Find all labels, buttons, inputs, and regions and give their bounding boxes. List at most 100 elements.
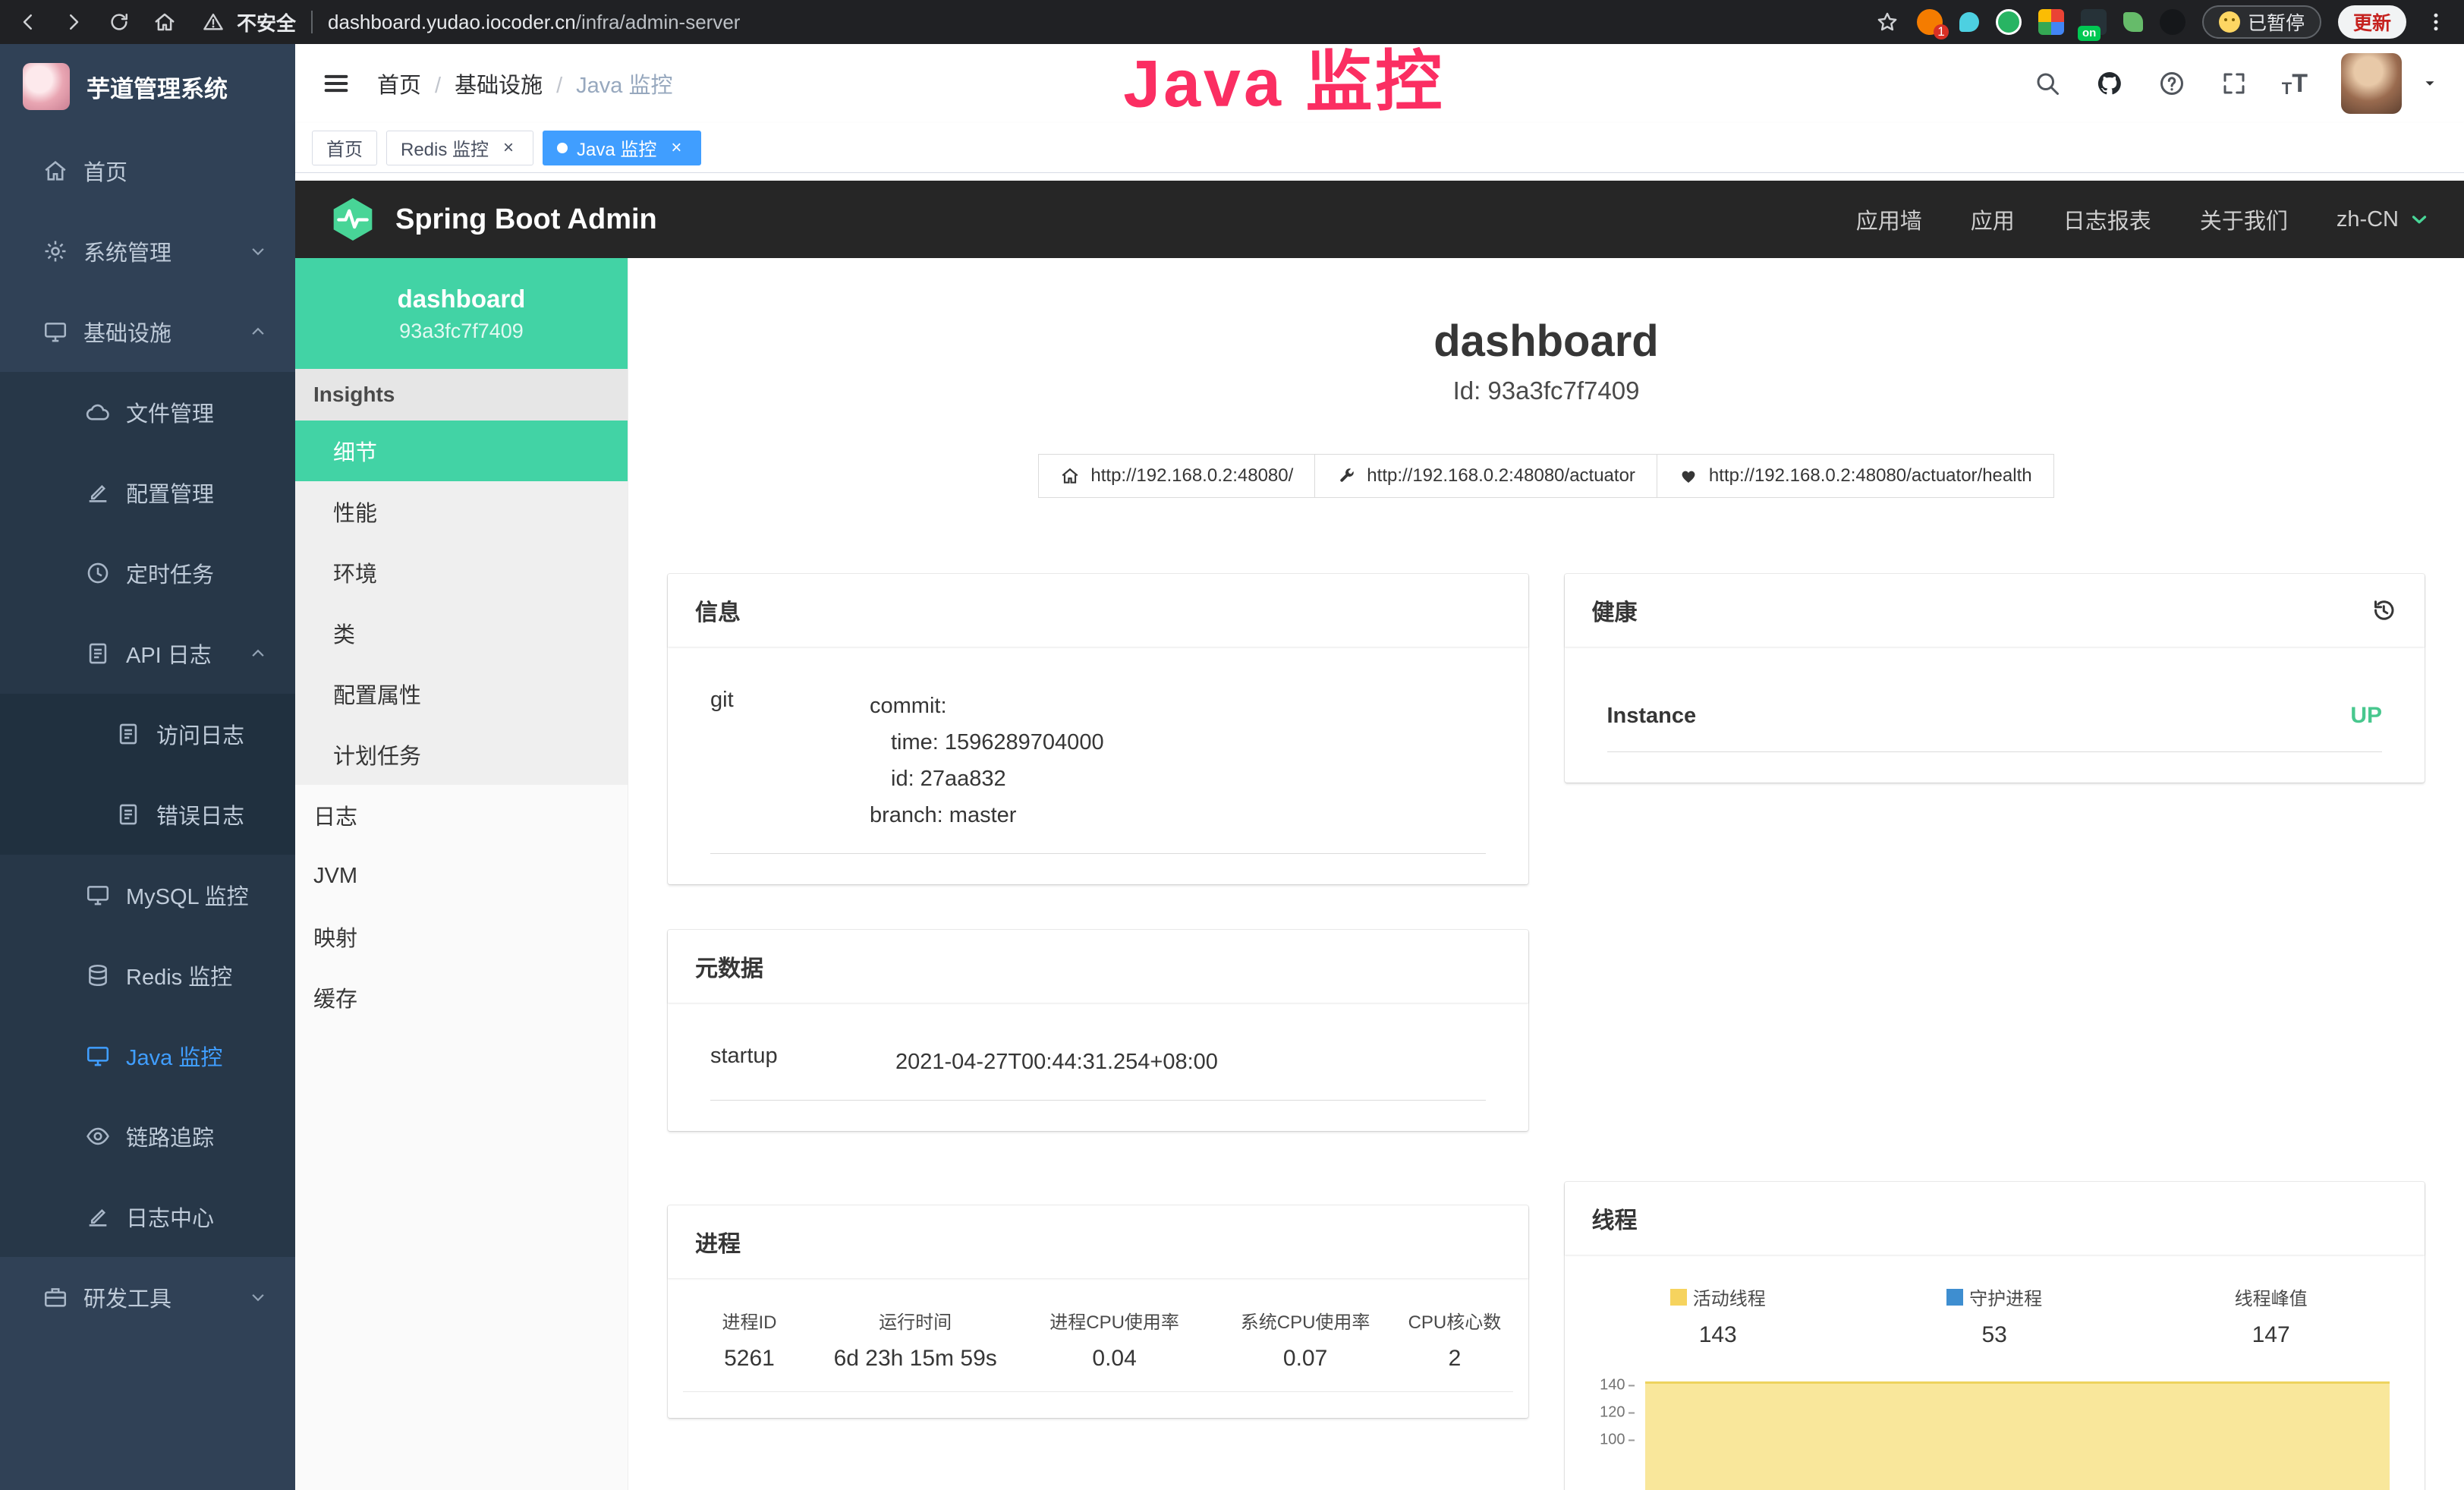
- extension-icon-drop[interactable]: [1959, 12, 1979, 32]
- breadcrumb-home[interactable]: 首页: [377, 68, 455, 99]
- tab-java-monitor[interactable]: Java 监控: [543, 131, 701, 165]
- sba-item-config-props[interactable]: 配置属性: [295, 663, 628, 724]
- legend-value: 143: [1580, 1322, 1856, 1348]
- extension-icon-adblock[interactable]: on: [2081, 9, 2107, 35]
- close-icon[interactable]: [498, 137, 519, 159]
- sba-nav-wallboard[interactable]: 应用墙: [1856, 203, 1922, 235]
- health-instance-row: Instance UP: [1607, 677, 2383, 752]
- extension-icon-grid[interactable]: [2038, 9, 2064, 35]
- sba-item-mappings[interactable]: 映射: [295, 906, 628, 967]
- tab-redis-monitor[interactable]: Redis 监控: [386, 131, 533, 165]
- info-line: time: 1596289704000: [870, 724, 1104, 761]
- paused-badge[interactable]: 已暂停: [2202, 5, 2321, 39]
- actuator-url-link[interactable]: http://192.168.0.2:48080/actuator: [1315, 454, 1657, 498]
- info-key: git: [710, 688, 870, 833]
- monitor-icon: [85, 1043, 111, 1069]
- sidebar-item-java-monitor[interactable]: Java 监控: [0, 1016, 295, 1096]
- home-icon[interactable]: [152, 9, 178, 35]
- sidebar-item-label: MySQL 监控: [126, 879, 249, 911]
- tabbar: 首页 Redis 监控 Java 监控: [295, 123, 2464, 173]
- forward-icon[interactable]: [61, 9, 87, 35]
- bookmark-star-icon[interactable]: [1874, 9, 1900, 35]
- url-text[interactable]: dashboard.yudao.iocoder.cn/infra/admin-s…: [328, 11, 740, 34]
- sba-group-insights[interactable]: Insights: [295, 369, 628, 421]
- info-card-body: git commit: time: 1596289704000 id: 27aa…: [668, 647, 1528, 884]
- instance-header[interactable]: dashboard 93a3fc7f7409: [295, 258, 628, 369]
- sidebar-item-dev-tools[interactable]: 研发工具: [0, 1257, 295, 1337]
- app-logo: [23, 63, 70, 110]
- help-icon[interactable]: [2157, 69, 2186, 98]
- legend-label: 活动线程: [1693, 1284, 1766, 1310]
- refresh-icon[interactable]: [106, 9, 132, 35]
- font-size-icon[interactable]: [2282, 69, 2308, 99]
- sidebar-item-access-logs[interactable]: 访问日志: [0, 694, 295, 774]
- search-icon[interactable]: [2033, 69, 2062, 98]
- extension-icon-green[interactable]: [1996, 9, 2022, 35]
- sidebar-item-label: 配置管理: [126, 477, 214, 509]
- sba-item-details[interactable]: 细节: [295, 421, 628, 481]
- sidebar-item-file-mgmt[interactable]: 文件管理: [0, 372, 295, 452]
- github-icon[interactable]: [2095, 69, 2124, 98]
- column-header: 运行时间: [816, 1307, 1015, 1334]
- warning-icon: [200, 9, 226, 35]
- history-icon[interactable]: [2370, 597, 2397, 624]
- breadcrumb-infrastructure[interactable]: 基础设施: [455, 68, 576, 99]
- fullscreen-icon[interactable]: [2220, 69, 2248, 98]
- card-title: 元数据: [695, 950, 763, 983]
- sba-item-metrics[interactable]: 性能: [295, 481, 628, 542]
- chart-y-axis: 140 120 100: [1580, 1375, 1645, 1490]
- monitor-icon: [85, 882, 111, 908]
- sba-nav-about[interactable]: 关于我们: [2200, 203, 2288, 235]
- sba-item-scheduled-tasks[interactable]: 计划任务: [295, 724, 628, 785]
- browser-menu-icon[interactable]: [2423, 9, 2449, 35]
- back-icon[interactable]: [15, 9, 41, 35]
- extension-icon-orange[interactable]: 1: [1917, 9, 1943, 35]
- security-label[interactable]: 不安全: [237, 8, 296, 36]
- edit-icon: [85, 480, 111, 506]
- hamburger-icon[interactable]: [321, 68, 351, 99]
- sba-item-jvm[interactable]: JVM: [295, 846, 628, 906]
- threads-card-header: 线程: [1565, 1182, 2425, 1255]
- update-button[interactable]: 更新: [2338, 5, 2406, 39]
- language-selector[interactable]: zh-CN: [2337, 207, 2431, 232]
- sidebar-item-label: API 日志: [126, 638, 212, 669]
- sba-brand[interactable]: Spring Boot Admin: [395, 203, 657, 236]
- app-logo-row[interactable]: 芋道管理系统: [0, 44, 295, 129]
- link-url: http://192.168.0.2:48080/actuator/health: [1709, 465, 2032, 487]
- sidebar-item-config-mgmt[interactable]: 配置管理: [0, 452, 295, 533]
- sidebar-item-api-logs[interactable]: API 日志: [0, 613, 295, 694]
- column-header: 进程ID: [683, 1307, 816, 1334]
- close-icon[interactable]: [666, 137, 687, 159]
- sba-item-classes[interactable]: 类: [295, 603, 628, 663]
- sidebar-item-redis-monitor[interactable]: Redis 监控: [0, 935, 295, 1016]
- sba-item-logs[interactable]: 日志: [295, 785, 628, 846]
- sidebar-item-label: Redis 监控: [126, 959, 232, 991]
- extension-icon-leaf[interactable]: [2123, 12, 2143, 32]
- sidebar-item-tracing[interactable]: 链路追踪: [0, 1096, 295, 1177]
- sidebar-item-system-mgmt[interactable]: 系统管理: [0, 211, 295, 291]
- health-url-link[interactable]: http://192.168.0.2:48080/actuator/health: [1657, 454, 2054, 498]
- address-bar[interactable]: 不安全 dashboard.yudao.iocoder.cn/infra/adm…: [200, 8, 740, 36]
- avatar[interactable]: [2341, 53, 2402, 114]
- spring-boot-admin-logo-icon[interactable]: [329, 195, 377, 244]
- metadata-card-header: 元数据: [668, 930, 1528, 1003]
- sidebar-item-mysql-monitor[interactable]: MySQL 监控: [0, 855, 295, 935]
- breadcrumb: 首页 基础设施 Java 监控: [377, 68, 672, 99]
- sidebar-item-home[interactable]: 首页: [0, 131, 295, 211]
- sba-nav-journal[interactable]: 日志报表: [2063, 203, 2151, 235]
- sba-item-caches[interactable]: 缓存: [295, 967, 628, 1028]
- service-url-link[interactable]: http://192.168.0.2:48080/: [1038, 454, 1315, 498]
- threads-legend: 活动线程 143 守护进程 53: [1580, 1273, 2410, 1348]
- card-title: 健康: [1592, 594, 1638, 627]
- sidebar-item-log-center[interactable]: 日志中心: [0, 1177, 295, 1257]
- extension-icon-paw[interactable]: [2160, 9, 2186, 35]
- sba-nav-applications[interactable]: 应用: [1971, 203, 2015, 235]
- sidebar-item-scheduled-jobs[interactable]: 定时任务: [0, 533, 295, 613]
- gear-icon: [42, 238, 68, 264]
- caret-down-icon[interactable]: [2422, 75, 2438, 92]
- process-card-header: 进程: [668, 1205, 1528, 1278]
- tab-home[interactable]: 首页: [312, 131, 377, 165]
- sba-item-environment[interactable]: 环境: [295, 542, 628, 603]
- sidebar-item-infrastructure[interactable]: 基础设施: [0, 291, 295, 372]
- sidebar-item-error-logs[interactable]: 错误日志: [0, 774, 295, 855]
